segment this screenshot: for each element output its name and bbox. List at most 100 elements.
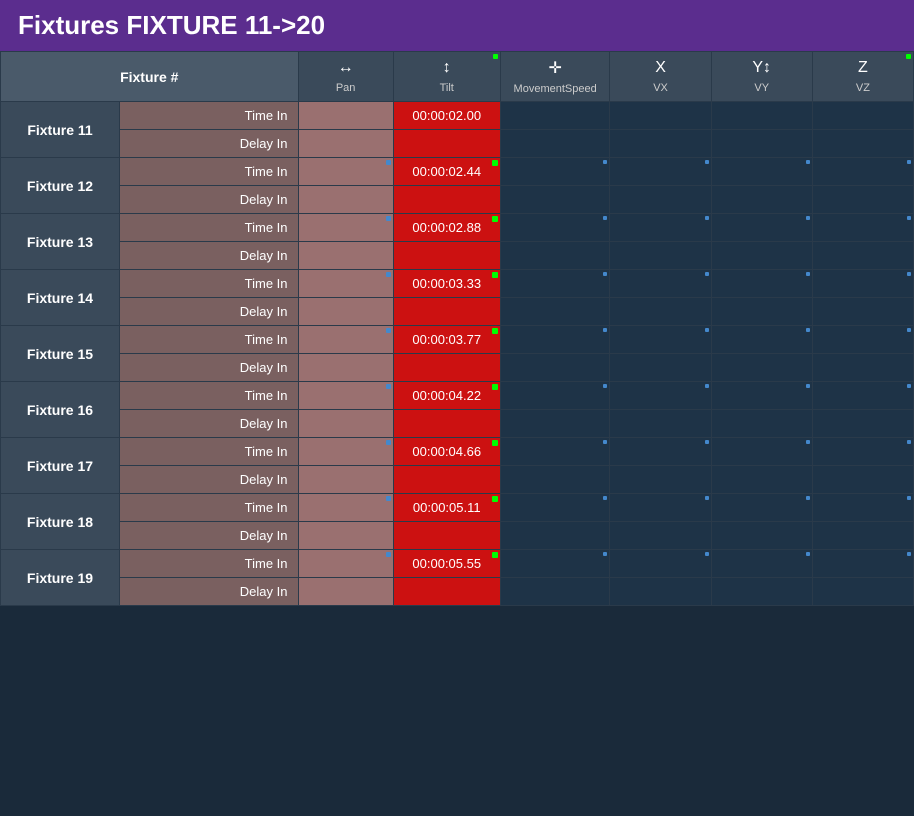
vx-timein-fixture-11[interactable] bbox=[610, 102, 711, 130]
tilt-delayin-fixture-17[interactable] bbox=[393, 466, 500, 494]
vx-timein-fixture-12[interactable] bbox=[610, 158, 711, 186]
vy-timein-fixture-16[interactable] bbox=[711, 382, 812, 410]
movespeed-delayin-fixture-15[interactable] bbox=[500, 354, 610, 382]
vy-timein-fixture-11[interactable] bbox=[711, 102, 812, 130]
tilt-timein-fixture-15[interactable]: 00:00:03.77 bbox=[393, 326, 500, 354]
pan-delayin-fixture-14[interactable] bbox=[298, 298, 393, 326]
movespeed-timein-fixture-13[interactable] bbox=[500, 214, 610, 242]
pan-delayin-fixture-13[interactable] bbox=[298, 242, 393, 270]
movespeed-timein-fixture-12[interactable] bbox=[500, 158, 610, 186]
tilt-timein-fixture-16[interactable]: 00:00:04.22 bbox=[393, 382, 500, 410]
tilt-delayin-fixture-15[interactable] bbox=[393, 354, 500, 382]
vx-timein-fixture-19[interactable] bbox=[610, 550, 711, 578]
vy-timein-fixture-17[interactable] bbox=[711, 438, 812, 466]
pan-timein-fixture-19[interactable] bbox=[298, 550, 393, 578]
tilt-timein-fixture-13[interactable]: 00:00:02.88 bbox=[393, 214, 500, 242]
movespeed-timein-fixture-11[interactable] bbox=[500, 102, 610, 130]
tilt-delayin-fixture-11[interactable] bbox=[393, 130, 500, 158]
pan-timein-fixture-17[interactable] bbox=[298, 438, 393, 466]
pan-timein-fixture-16[interactable] bbox=[298, 382, 393, 410]
vx-timein-fixture-15[interactable] bbox=[610, 326, 711, 354]
tilt-delayin-fixture-12[interactable] bbox=[393, 186, 500, 214]
movespeed-timein-fixture-16[interactable] bbox=[500, 382, 610, 410]
vy-delayin-fixture-14[interactable] bbox=[711, 298, 812, 326]
vy-delayin-fixture-13[interactable] bbox=[711, 242, 812, 270]
pan-delayin-fixture-15[interactable] bbox=[298, 354, 393, 382]
vz-delayin-fixture-11[interactable] bbox=[812, 130, 913, 158]
vx-timein-fixture-14[interactable] bbox=[610, 270, 711, 298]
movespeed-timein-fixture-15[interactable] bbox=[500, 326, 610, 354]
vy-delayin-fixture-19[interactable] bbox=[711, 578, 812, 606]
vz-timein-fixture-15[interactable] bbox=[812, 326, 913, 354]
vy-delayin-fixture-18[interactable] bbox=[711, 522, 812, 550]
vz-delayin-fixture-19[interactable] bbox=[812, 578, 913, 606]
vz-timein-fixture-17[interactable] bbox=[812, 438, 913, 466]
tilt-timein-fixture-17[interactable]: 00:00:04.66 bbox=[393, 438, 500, 466]
tilt-delayin-fixture-14[interactable] bbox=[393, 298, 500, 326]
vy-delayin-fixture-17[interactable] bbox=[711, 466, 812, 494]
vx-delayin-fixture-17[interactable] bbox=[610, 466, 711, 494]
movespeed-delayin-fixture-14[interactable] bbox=[500, 298, 610, 326]
tilt-timein-fixture-11[interactable]: 00:00:02.00 bbox=[393, 102, 500, 130]
vx-delayin-fixture-18[interactable] bbox=[610, 522, 711, 550]
vz-timein-fixture-13[interactable] bbox=[812, 214, 913, 242]
vz-delayin-fixture-17[interactable] bbox=[812, 466, 913, 494]
tilt-delayin-fixture-13[interactable] bbox=[393, 242, 500, 270]
vy-delayin-fixture-12[interactable] bbox=[711, 186, 812, 214]
tilt-timein-fixture-14[interactable]: 00:00:03.33 bbox=[393, 270, 500, 298]
movespeed-delayin-fixture-11[interactable] bbox=[500, 130, 610, 158]
movespeed-timein-fixture-19[interactable] bbox=[500, 550, 610, 578]
vx-delayin-fixture-11[interactable] bbox=[610, 130, 711, 158]
movespeed-timein-fixture-18[interactable] bbox=[500, 494, 610, 522]
vx-delayin-fixture-14[interactable] bbox=[610, 298, 711, 326]
vx-timein-fixture-17[interactable] bbox=[610, 438, 711, 466]
vy-timein-fixture-15[interactable] bbox=[711, 326, 812, 354]
tilt-timein-fixture-18[interactable]: 00:00:05.11 bbox=[393, 494, 500, 522]
movespeed-delayin-fixture-16[interactable] bbox=[500, 410, 610, 438]
pan-delayin-fixture-11[interactable] bbox=[298, 130, 393, 158]
vy-delayin-fixture-16[interactable] bbox=[711, 410, 812, 438]
movespeed-timein-fixture-14[interactable] bbox=[500, 270, 610, 298]
pan-timein-fixture-18[interactable] bbox=[298, 494, 393, 522]
tilt-timein-fixture-19[interactable]: 00:00:05.55 bbox=[393, 550, 500, 578]
movespeed-delayin-fixture-18[interactable] bbox=[500, 522, 610, 550]
pan-timein-fixture-12[interactable] bbox=[298, 158, 393, 186]
vx-delayin-fixture-12[interactable] bbox=[610, 186, 711, 214]
vz-delayin-fixture-14[interactable] bbox=[812, 298, 913, 326]
pan-timein-fixture-15[interactable] bbox=[298, 326, 393, 354]
vy-timein-fixture-14[interactable] bbox=[711, 270, 812, 298]
vy-timein-fixture-13[interactable] bbox=[711, 214, 812, 242]
vy-delayin-fixture-11[interactable] bbox=[711, 130, 812, 158]
vy-delayin-fixture-15[interactable] bbox=[711, 354, 812, 382]
movespeed-timein-fixture-17[interactable] bbox=[500, 438, 610, 466]
pan-timein-fixture-11[interactable] bbox=[298, 102, 393, 130]
tilt-timein-fixture-12[interactable]: 00:00:02.44 bbox=[393, 158, 500, 186]
vx-delayin-fixture-16[interactable] bbox=[610, 410, 711, 438]
vx-delayin-fixture-15[interactable] bbox=[610, 354, 711, 382]
vz-timein-fixture-18[interactable] bbox=[812, 494, 913, 522]
pan-delayin-fixture-17[interactable] bbox=[298, 466, 393, 494]
vy-timein-fixture-12[interactable] bbox=[711, 158, 812, 186]
vx-timein-fixture-13[interactable] bbox=[610, 214, 711, 242]
vy-timein-fixture-19[interactable] bbox=[711, 550, 812, 578]
movespeed-delayin-fixture-17[interactable] bbox=[500, 466, 610, 494]
vz-timein-fixture-16[interactable] bbox=[812, 382, 913, 410]
vz-delayin-fixture-18[interactable] bbox=[812, 522, 913, 550]
vz-delayin-fixture-16[interactable] bbox=[812, 410, 913, 438]
vz-timein-fixture-19[interactable] bbox=[812, 550, 913, 578]
vx-timein-fixture-18[interactable] bbox=[610, 494, 711, 522]
pan-delayin-fixture-18[interactable] bbox=[298, 522, 393, 550]
pan-timein-fixture-13[interactable] bbox=[298, 214, 393, 242]
tilt-delayin-fixture-19[interactable] bbox=[393, 578, 500, 606]
movespeed-delayin-fixture-12[interactable] bbox=[500, 186, 610, 214]
movespeed-delayin-fixture-19[interactable] bbox=[500, 578, 610, 606]
vz-timein-fixture-14[interactable] bbox=[812, 270, 913, 298]
pan-timein-fixture-14[interactable] bbox=[298, 270, 393, 298]
vx-delayin-fixture-19[interactable] bbox=[610, 578, 711, 606]
vz-delayin-fixture-12[interactable] bbox=[812, 186, 913, 214]
vx-timein-fixture-16[interactable] bbox=[610, 382, 711, 410]
movespeed-delayin-fixture-13[interactable] bbox=[500, 242, 610, 270]
vz-delayin-fixture-15[interactable] bbox=[812, 354, 913, 382]
pan-delayin-fixture-19[interactable] bbox=[298, 578, 393, 606]
pan-delayin-fixture-12[interactable] bbox=[298, 186, 393, 214]
